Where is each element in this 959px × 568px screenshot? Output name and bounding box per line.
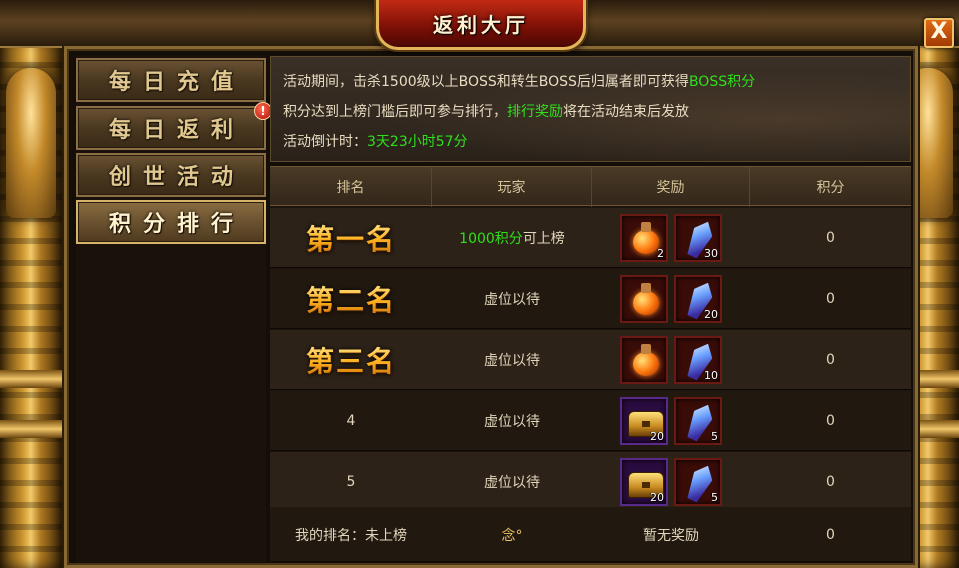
score-cell: 0 [826, 474, 835, 490]
info-text: 积分达到上榜门槛后即可参与排行， [283, 104, 507, 120]
reward-list: 20 5 [620, 458, 722, 506]
rank-cell: 第一名 [270, 208, 432, 268]
crystal-icon[interactable]: 20 [674, 275, 722, 323]
tab-daily-recharge[interactable]: 每日充值 [76, 58, 266, 102]
tab-label: 创世活动 [108, 164, 245, 190]
player-cell: 虚位以待 [484, 353, 540, 369]
item-count: 20 [650, 430, 664, 443]
tab-genesis-event[interactable]: 创世活动 [76, 153, 266, 197]
rank-cell: 5 [346, 474, 356, 490]
my-player-name: 念° [501, 527, 523, 544]
my-score: 0 [826, 526, 835, 543]
table-row: 5 虚位以待 20 5 0 [270, 452, 911, 512]
rank-cell: 第三名 [270, 330, 432, 390]
tab-label: 每日充值 [108, 69, 245, 95]
reward-list: 20 5 [620, 397, 722, 445]
player-name: 可上榜 [522, 231, 565, 247]
pillar-ring [0, 420, 62, 438]
player-cell: 1000积分 可上榜 [432, 208, 592, 268]
reward-cell: 20 5 [592, 391, 750, 451]
table-header: 排名 玩家 奖励 积分 [270, 166, 911, 207]
score-cell: 0 [826, 413, 835, 429]
window-title: 返利大厅 [433, 13, 529, 37]
reward-list: 20 [620, 275, 722, 323]
left-golden-pillar [0, 40, 62, 568]
table-row: 第三名 虚位以待 10 0 [270, 330, 911, 390]
info-highlight: BOSS积分 [688, 74, 756, 90]
potion-icon[interactable]: 2 [620, 214, 668, 262]
left-warrior-statue [6, 68, 56, 218]
tab-label: 积分排行 [108, 211, 245, 237]
info-text: 将在活动结束后发放 [563, 104, 689, 120]
item-count: 5 [711, 491, 718, 504]
crystal-icon[interactable]: 10 [674, 336, 722, 384]
my-rank-label: 我的排名：未上榜 [295, 527, 407, 544]
potion-icon[interactable] [620, 336, 668, 384]
rank-label: 第二名 [306, 279, 396, 319]
table-row: 第一名 1000积分 可上榜 2 30 0 [270, 208, 911, 268]
score-cell: 0 [826, 291, 835, 307]
tab-points-ranking[interactable]: 积分排行 [76, 200, 266, 244]
reward-cell: 20 [592, 269, 750, 329]
countdown-label: 活动倒计时： [283, 134, 367, 150]
header-rank: 排名 [270, 167, 432, 207]
score-cell: 0 [826, 230, 835, 246]
reward-cell: 20 5 [592, 452, 750, 512]
potion-icon[interactable] [620, 275, 668, 323]
my-reward: 暂无奖励 [643, 527, 699, 544]
reward-list: 2 30 [620, 214, 722, 262]
item-count: 20 [650, 491, 664, 504]
reward-cell: 2 30 [592, 208, 750, 268]
info-line-2: 积分达到上榜门槛后即可参与排行，排行奖励将在活动结束后发放 [283, 97, 898, 127]
info-highlight: 排行奖励 [507, 104, 563, 120]
sidebar: 每日充值 每日返利 ! 创世活动 积分排行 [76, 56, 272, 562]
rank-label: 第三名 [306, 340, 396, 380]
header-score: 积分 [816, 180, 845, 196]
countdown-value: 3天23小时57分 [367, 134, 468, 150]
player-cell: 虚位以待 [484, 414, 540, 430]
tab-daily-rebate[interactable]: 每日返利 ! [76, 102, 272, 150]
crystal-icon[interactable]: 5 [674, 458, 722, 506]
header-reward: 奖励 [592, 167, 750, 207]
tab-label: 每日返利 [108, 117, 245, 143]
crystal-icon[interactable]: 5 [674, 397, 722, 445]
player-cell: 虚位以待 [484, 292, 540, 308]
info-line-1: 活动期间，击杀1500级以上BOSS和转生BOSS后归属者即可获得BOSS积分 [283, 67, 898, 97]
item-count: 5 [711, 430, 718, 443]
ranking-table: 排名 玩家 奖励 积分 第一名 1000积分 可上榜 2 30 0 第二名 虚位以… [270, 166, 911, 562]
table-row: 第二名 虚位以待 20 0 [270, 269, 911, 329]
rank-label: 第一名 [306, 218, 396, 258]
crystal-icon[interactable]: 30 [674, 214, 722, 262]
item-count: 10 [704, 369, 718, 382]
info-line-3: 活动倒计时：3天23小时57分 [283, 127, 898, 157]
item-count: 30 [704, 247, 718, 260]
player-highlight: 1000积分 [459, 231, 523, 247]
my-rank-row: 我的排名：未上榜 念° 暂无奖励 0 [270, 507, 911, 562]
chest-icon[interactable]: 20 [620, 397, 668, 445]
reward-cell: 10 [592, 330, 750, 390]
player-cell: 虚位以待 [484, 475, 540, 491]
rank-cell: 第二名 [270, 269, 432, 329]
info-text: 活动期间，击杀1500级以上BOSS和转生BOSS后归属者即可获得 [283, 74, 689, 90]
item-count: 20 [704, 308, 718, 321]
event-info-box: 活动期间，击杀1500级以上BOSS和转生BOSS后归属者即可获得BOSS积分 … [270, 56, 911, 162]
reward-list: 10 [620, 336, 722, 384]
table-row: 4 虚位以待 20 5 0 [270, 391, 911, 451]
close-button[interactable]: X [924, 18, 954, 48]
item-count: 2 [657, 247, 664, 260]
rank-cell: 4 [346, 413, 356, 429]
window-title-plate: 返利大厅 [376, 0, 586, 50]
score-cell: 0 [826, 352, 835, 368]
header-player: 玩家 [432, 167, 592, 207]
pillar-ring [0, 370, 62, 388]
chest-icon[interactable]: 20 [620, 458, 668, 506]
